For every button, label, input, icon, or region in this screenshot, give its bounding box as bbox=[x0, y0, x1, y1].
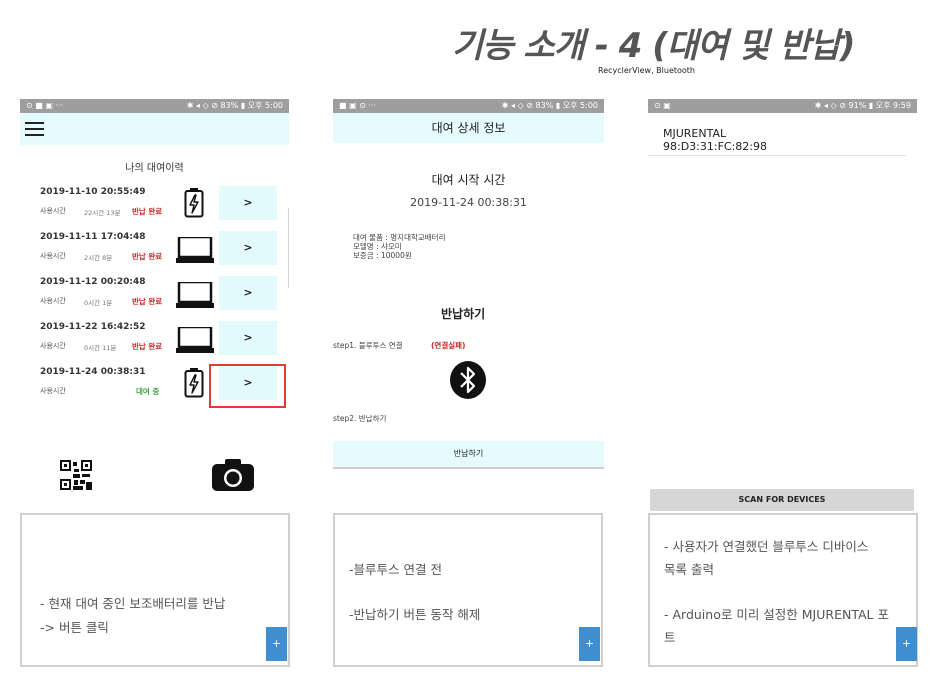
rental-date: 2019-11-10 20:55:49 bbox=[40, 187, 146, 197]
list-title: 나의 대여이력 bbox=[125, 163, 184, 174]
usage-duration: 22시간 13분 bbox=[84, 209, 121, 217]
step1-status: (연결실패) bbox=[431, 341, 466, 350]
step2-label: step2. 반납하기 bbox=[333, 414, 387, 423]
detail-button[interactable]: > bbox=[219, 276, 277, 310]
description-box: - 사용자가 연결했던 블루투스 디바이스 목록 출력 - Arduino로 미… bbox=[648, 513, 918, 667]
scan-button[interactable]: SCAN FOR DEVICES bbox=[650, 489, 914, 511]
rental-date: 2019-11-24 00:38:31 bbox=[40, 367, 146, 377]
status-bar-right: ✱ ◂ ◇ ⊘ 83% ▮ 오후 5:00 bbox=[186, 101, 283, 110]
usage-duration: 2시간 8분 bbox=[84, 254, 113, 262]
detail-button[interactable]: > bbox=[219, 186, 277, 220]
start-time-heading: 대여 시작 시간 bbox=[431, 173, 506, 187]
status-bar: ⊙ ▣ ✱ ◂ ◇ ⊘ 91% ▮ 오후 9:59 bbox=[648, 99, 917, 113]
list-item: 2019-11-22 16:42:52 사용시간 0시간 11분 반납 완료 > bbox=[20, 320, 289, 364]
description-line: - 현재 대여 중인 보조배터리를 반납 bbox=[40, 596, 226, 611]
status-bar-left: ⊙ ■ ▣ ··· bbox=[26, 101, 64, 110]
status-bar-left: ⊙ ▣ bbox=[654, 101, 671, 110]
status-bar: ⊙ ■ ▣ ··· ✱ ◂ ◇ ⊘ 83% ▮ 오후 5:00 bbox=[20, 99, 289, 113]
battery-icon bbox=[184, 188, 204, 222]
scan-button-label: SCAN FOR DEVICES bbox=[738, 495, 826, 504]
list-item: 2019-11-11 17:04:48 사용시간 2시간 8분 반납 완료 > bbox=[20, 230, 289, 274]
return-button-label: 반납하기 bbox=[453, 449, 484, 458]
laptop-icon bbox=[176, 325, 214, 357]
add-button[interactable]: + bbox=[579, 627, 600, 661]
highlight-box bbox=[209, 364, 286, 408]
usage-duration: 0시간 11분 bbox=[84, 344, 117, 352]
description-line: 목록 출력 bbox=[664, 562, 714, 577]
description-box: - 현재 대여 중인 보조배터리를 반납 -> 버튼 클릭 bbox=[20, 513, 290, 667]
status-badge: 반납 완료 bbox=[132, 252, 163, 261]
status-bar-left: ■ ▣ ⊙ ··· bbox=[339, 101, 377, 110]
laptop-icon bbox=[176, 235, 214, 267]
description-line: -> 버튼 클릭 bbox=[40, 620, 109, 635]
laptop-icon bbox=[176, 280, 214, 312]
app-bar bbox=[20, 113, 289, 145]
description-line: -반납하기 버튼 동작 해제 bbox=[349, 607, 481, 622]
usage-label: 사용시간 bbox=[40, 207, 66, 215]
rental-date: 2019-11-11 17:04:48 bbox=[40, 232, 146, 242]
add-button[interactable]: + bbox=[896, 627, 917, 661]
start-time-value: 2019-11-24 00:38:31 bbox=[410, 196, 527, 209]
usage-label: 사용시간 bbox=[40, 387, 66, 395]
slide-title: 기능 소개 - 4 (대여 및 반납) bbox=[452, 26, 855, 66]
return-heading: 반납하기 bbox=[441, 307, 486, 321]
camera-icon[interactable] bbox=[212, 459, 254, 491]
screen-rental-history: ⊙ ■ ▣ ··· ✱ ◂ ◇ ⊘ 83% ▮ 오후 5:00 나의 대여이력 … bbox=[20, 99, 289, 509]
usage-label: 사용시간 bbox=[40, 252, 66, 260]
divider bbox=[288, 208, 289, 288]
qr-code-icon[interactable] bbox=[60, 460, 92, 490]
page-title: 대여 상세 정보 bbox=[431, 121, 506, 135]
description-box: -블루투스 연결 전 -반납하기 버튼 동작 해제 bbox=[333, 513, 603, 667]
deposit-info: 보증금 : 10000원 bbox=[353, 251, 412, 260]
slide-subtitle: RecyclerView, Bluetooth bbox=[598, 66, 695, 75]
description-line: - 사용자가 연결했던 블루투스 디바이스 bbox=[664, 539, 869, 554]
device-list-item[interactable]: MJURENTAL 98:D3:31:FC:82:98 bbox=[648, 125, 906, 156]
usage-label: 사용시간 bbox=[40, 297, 66, 305]
rental-date: 2019-11-12 00:20:48 bbox=[40, 277, 146, 287]
battery-icon bbox=[184, 368, 204, 402]
status-badge: 대여 중 bbox=[136, 387, 160, 396]
status-bar: ■ ▣ ⊙ ··· ✱ ◂ ◇ ⊘ 83% ▮ 오후 5:00 bbox=[333, 99, 604, 113]
device-address: 98:D3:31:FC:82:98 bbox=[663, 140, 767, 153]
status-badge: 반납 완료 bbox=[132, 342, 163, 351]
bluetooth-icon[interactable] bbox=[450, 361, 486, 399]
description-line: -블루투스 연결 전 bbox=[349, 562, 442, 577]
list-item: 2019-11-12 00:20:48 사용시간 0시간 1분 반납 완료 > bbox=[20, 275, 289, 319]
rental-date: 2019-11-22 16:42:52 bbox=[40, 322, 146, 332]
screen-device-list: ⊙ ▣ ✱ ◂ ◇ ⊘ 91% ▮ 오후 9:59 MJURENTAL 98:D… bbox=[648, 99, 917, 513]
screen-rental-detail: ■ ▣ ⊙ ··· ✱ ◂ ◇ ⊘ 83% ▮ 오후 5:00 대여 상세 정보… bbox=[333, 99, 604, 474]
status-badge: 반납 완료 bbox=[132, 207, 163, 216]
usage-label: 사용시간 bbox=[40, 342, 66, 350]
description-line: - Arduino로 미리 설정한 MJURENTAL 포 bbox=[664, 607, 889, 622]
status-bar-right: ✱ ◂ ◇ ⊘ 83% ▮ 오후 5:00 bbox=[501, 101, 598, 110]
detail-button[interactable]: > bbox=[219, 231, 277, 265]
device-name: MJURENTAL bbox=[663, 127, 727, 140]
step1-label: step1. 블루투스 연결 bbox=[333, 341, 403, 350]
usage-duration: 0시간 1분 bbox=[84, 299, 113, 307]
return-button[interactable]: 반납하기 bbox=[333, 441, 604, 469]
status-bar-right: ✱ ◂ ◇ ⊘ 91% ▮ 오후 9:59 bbox=[814, 101, 911, 110]
detail-button[interactable]: > bbox=[219, 321, 277, 355]
add-button[interactable]: + bbox=[266, 627, 287, 661]
list-item: 2019-11-10 20:55:49 사용시간 22시간 13분 반납 완료 > bbox=[20, 185, 289, 229]
app-bar: 대여 상세 정보 bbox=[333, 113, 604, 143]
status-badge: 반납 완료 bbox=[132, 297, 163, 306]
menu-icon[interactable] bbox=[25, 122, 44, 136]
description-line: 트 bbox=[664, 630, 676, 645]
